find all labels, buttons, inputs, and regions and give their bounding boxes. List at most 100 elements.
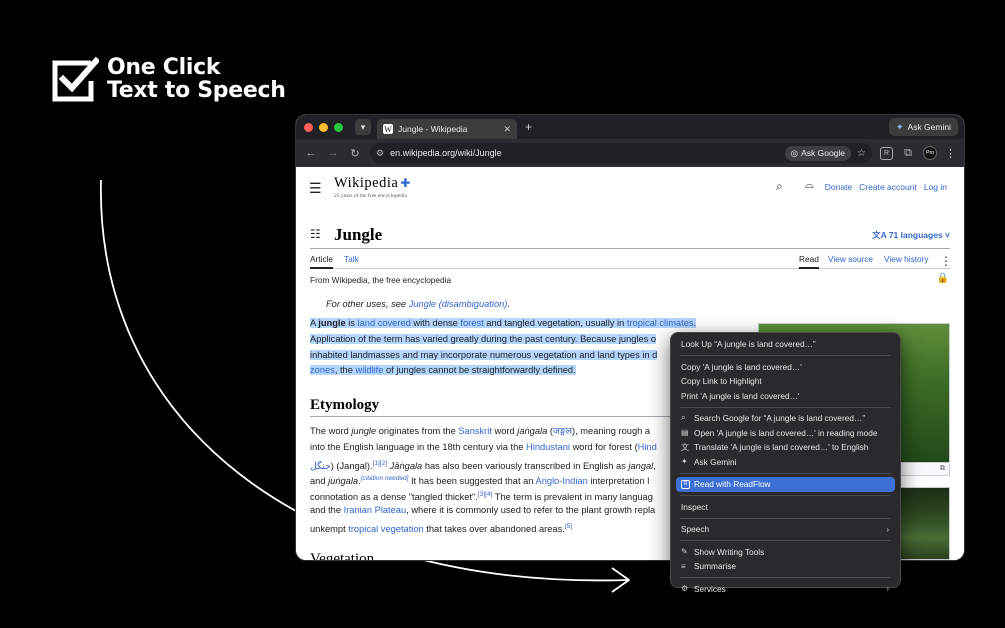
menu-writing-tools[interactable]: ✎ Show Writing Tools: [676, 545, 895, 560]
menu-separator: [680, 355, 891, 356]
table-of-contents-icon[interactable]: ☷: [310, 227, 321, 241]
wikipedia-favicon-icon: W: [383, 124, 393, 134]
url-text: en.wikipedia.org/wiki/Jungle: [390, 148, 502, 158]
menu-speech[interactable]: Speech ›: [676, 522, 895, 537]
back-icon[interactable]: ←: [304, 147, 318, 159]
link-tropical-climates[interactable]: tropical climates: [627, 318, 694, 328]
link-land-covered[interactable]: land covered: [358, 318, 411, 328]
menu-search-google[interactable]: ⌕ Search Google for “A jungle is land cov…: [676, 411, 895, 426]
page-tabs: Article Talk Read View source View histo…: [310, 251, 952, 269]
link-forest[interactable]: forest: [460, 318, 483, 328]
menu-summarise[interactable]: ≡ Summarise: [676, 559, 895, 574]
link-zones[interactable]: zones: [310, 365, 335, 375]
link-hindustani[interactable]: Hindustani: [526, 442, 570, 452]
gemini-spark-icon: ✦: [895, 121, 904, 132]
menu-print[interactable]: Print 'A jungle is land covered…': [676, 389, 895, 404]
hatnote-prefix: For other uses, see: [326, 299, 409, 309]
brand-title: One Click Text to Speech: [107, 56, 286, 102]
brand-line-2: Text to Speech: [107, 78, 286, 103]
link-anglo-indian[interactable]: Anglo-Indian: [536, 476, 588, 486]
services-icon: ⚙: [681, 584, 689, 594]
ask-google-button[interactable]: ◎ Ask Google: [784, 145, 852, 161]
search-icon[interactable]: ⌕: [776, 179, 783, 194]
vegetation-heading: Vegetation: [310, 551, 375, 560]
site-info-icon[interactable]: ⚙: [376, 148, 384, 159]
close-window-button[interactable]: [304, 122, 313, 132]
checkbox-logo-icon: [52, 56, 99, 102]
minimize-window-button[interactable]: [319, 122, 328, 132]
enlarge-icon[interactable]: ⧉: [940, 465, 945, 473]
translate-icon: 文A: [872, 230, 889, 240]
search-icon: ⌕: [681, 413, 686, 423]
summarise-icon: ≡: [681, 561, 686, 571]
wikipedia-logo[interactable]: Wikipedia ✚ 25 years of the free encyclo…: [334, 175, 411, 199]
bookmark-star-icon[interactable]: ☆: [857, 148, 866, 159]
link-tropical-vegetation[interactable]: tropical vegetation: [348, 524, 423, 534]
tab-search-chevron-icon[interactable]: ▾: [355, 119, 371, 135]
page-title: Jungle: [334, 225, 383, 244]
menu-copy[interactable]: Copy 'A jungle is land covered…': [676, 360, 895, 375]
new-tab-icon[interactable]: +: [525, 120, 532, 134]
browser-toolbar: ← → ↻ ⚙ en.wikipedia.org/wiki/Jungle ◎ A…: [296, 139, 964, 167]
readflow-icon: R: [681, 479, 690, 489]
disambiguation-link[interactable]: Jungle (disambiguation): [409, 299, 508, 309]
browser-menu-icon[interactable]: ⋮: [945, 147, 956, 160]
menu-look-up[interactable]: Look Up “A jungle is land covered…”: [676, 337, 895, 352]
promo-canvas: One Click Text to Speech ▾ W Jungle - Wi…: [0, 0, 1005, 628]
ask-google-label: Ask Google: [801, 148, 846, 158]
tab-read[interactable]: Read: [799, 254, 819, 269]
menu-separator: [680, 495, 891, 496]
log-in-link[interactable]: Log in: [924, 182, 947, 192]
menu-ask-gemini[interactable]: ✦ Ask Gemini: [676, 455, 895, 470]
tab-view-history[interactable]: View history: [884, 254, 929, 264]
ask-gemini-button[interactable]: ✦ Ask Gemini: [888, 118, 958, 136]
wikipedia-tagline: 25 years of the free encyclopedia: [334, 193, 407, 199]
browser-tab[interactable]: W Jungle - Wikipedia ✕: [377, 119, 517, 139]
address-bar[interactable]: ⚙ en.wikipedia.org/wiki/Jungle ◎ Ask Goo…: [370, 143, 872, 163]
chevron-down-icon: ˅: [942, 230, 950, 240]
brand-lockup: One Click Text to Speech: [51, 55, 286, 103]
menu-translate[interactable]: 文 Translate 'A jungle is land covered…' t…: [676, 440, 895, 455]
tab-title: Jungle - Wikipedia: [398, 124, 468, 134]
menu-separator: [680, 472, 891, 474]
menu-copy-link[interactable]: Copy Link to Highlight: [676, 374, 895, 389]
main-menu-icon[interactable]: ☰: [309, 180, 322, 197]
menu-open-reading-mode[interactable]: ▤ Open 'A jungle is land covered…' in rea…: [676, 426, 895, 441]
menu-services[interactable]: ⚙ Services ›: [676, 582, 895, 597]
languages-button[interactable]: 文A 71 languages ˅: [872, 229, 950, 241]
brand-line-1: One Click: [107, 55, 221, 80]
create-account-link[interactable]: Create account: [859, 182, 917, 192]
context-menu: Look Up “A jungle is land covered…” Copy…: [670, 332, 901, 594]
reading-mode-icon: ▤: [681, 428, 689, 438]
reload-icon[interactable]: ↻: [348, 147, 362, 160]
protection-lock-icon[interactable]: 🔒: [937, 273, 949, 284]
close-tab-icon[interactable]: ✕: [503, 124, 511, 135]
more-tools-icon[interactable]: ⋮: [940, 254, 952, 268]
lead-paragraph: A jungle is land covered with dense fore…: [310, 318, 697, 376]
reading-glasses-icon[interactable]: ⌓: [805, 179, 814, 192]
ask-gemini-label: Ask Gemini: [907, 122, 951, 132]
menu-read-with-readflow[interactable]: R Read with ReadFlow: [676, 477, 895, 492]
forward-icon[interactable]: →: [326, 147, 340, 159]
writing-tools-icon: ✎: [681, 547, 688, 557]
tab-article[interactable]: Article: [310, 254, 334, 269]
tab-talk[interactable]: Talk: [344, 254, 359, 264]
extensions-puzzle-icon[interactable]: ⧉: [901, 147, 915, 160]
maximize-window-button[interactable]: [334, 122, 343, 132]
chevron-right-icon: ›: [886, 524, 889, 534]
title-row: ☷ Jungle 文A 71 languages ˅: [310, 225, 950, 249]
user-links: Donate Create account Log in: [825, 182, 947, 192]
link-sanskrit[interactable]: Sanskrit: [458, 426, 492, 436]
window-controls: [304, 122, 343, 132]
puzzle-globe-icon: ✚: [400, 176, 411, 190]
menu-inspect[interactable]: Inspect: [676, 500, 895, 515]
menu-separator: [680, 406, 891, 408]
link-iranian-plateau[interactable]: Iranian Plateau: [344, 505, 407, 515]
readflow-extension-icon[interactable]: R: [880, 146, 893, 160]
donate-link[interactable]: Donate: [825, 182, 852, 192]
tab-view-source[interactable]: View source: [828, 254, 873, 264]
profile-avatar[interactable]: Pro: [923, 146, 937, 160]
site-subtitle: From Wikipedia, the free encyclopedia: [310, 275, 452, 285]
link-wildlife[interactable]: wildlife: [356, 365, 384, 375]
menu-separator: [680, 577, 891, 578]
